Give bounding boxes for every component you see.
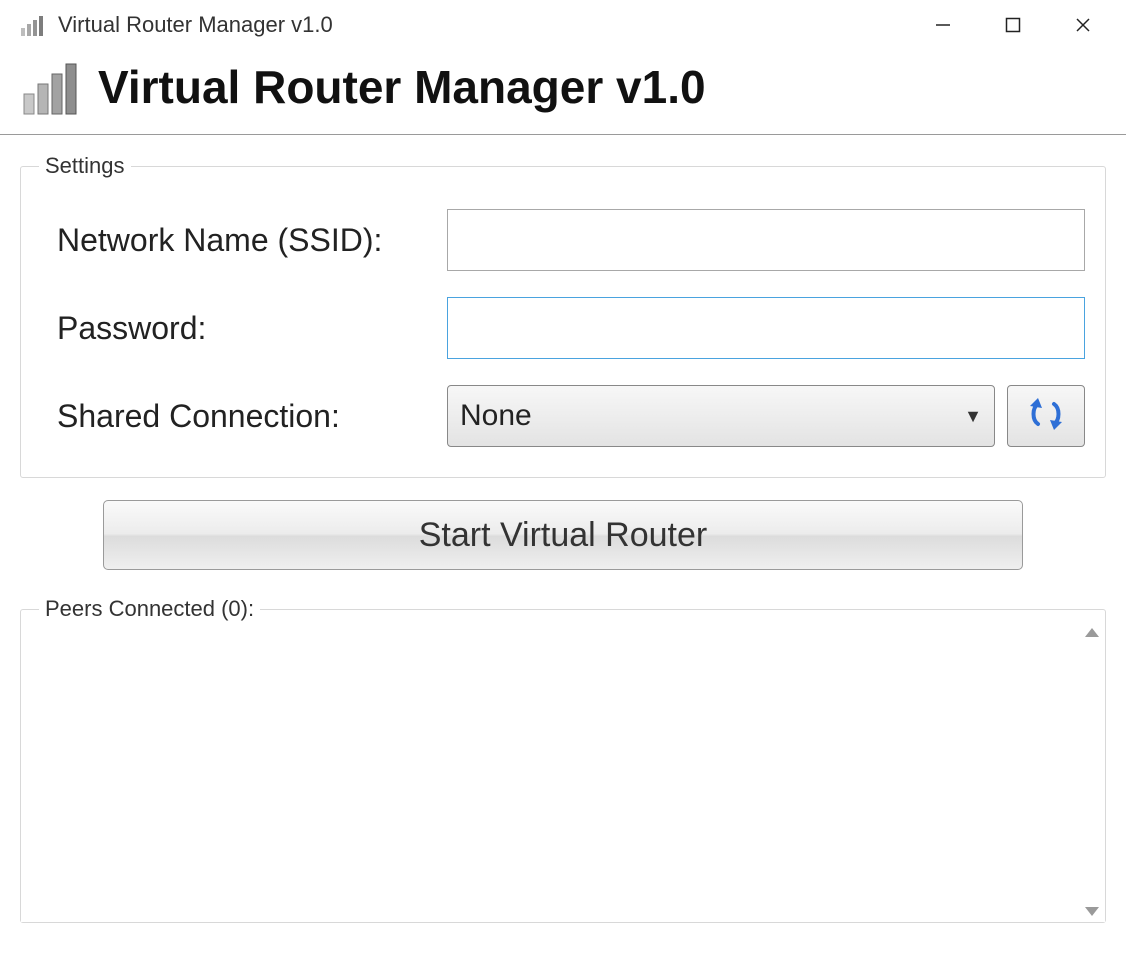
page-title: Virtual Router Manager v1.0 bbox=[98, 60, 706, 114]
settings-legend: Settings bbox=[39, 153, 131, 179]
app-icon bbox=[18, 11, 46, 39]
shared-connection-value: None bbox=[460, 399, 532, 433]
ssid-row: Network Name (SSID): bbox=[57, 209, 1085, 271]
peers-scrollbar[interactable] bbox=[1082, 628, 1102, 916]
window-controls bbox=[908, 0, 1118, 50]
ssid-label: Network Name (SSID): bbox=[57, 222, 447, 259]
shared-connection-select[interactable]: None ▼ bbox=[447, 385, 995, 447]
titlebar: Virtual Router Manager v1.0 bbox=[0, 0, 1126, 50]
settings-group: Settings Network Name (SSID): Password: … bbox=[20, 153, 1106, 478]
window-title: Virtual Router Manager v1.0 bbox=[58, 12, 333, 38]
refresh-icon bbox=[1026, 396, 1066, 437]
peers-list[interactable] bbox=[21, 622, 1105, 922]
maximize-button[interactable] bbox=[978, 0, 1048, 50]
ssid-input[interactable] bbox=[447, 209, 1085, 271]
close-button[interactable] bbox=[1048, 0, 1118, 50]
shared-connection-label: Shared Connection: bbox=[57, 398, 447, 435]
start-virtual-router-button[interactable]: Start Virtual Router bbox=[103, 500, 1023, 570]
minimize-button[interactable] bbox=[908, 0, 978, 50]
banner: Virtual Router Manager v1.0 bbox=[0, 50, 1126, 135]
app-logo-icon bbox=[18, 58, 82, 116]
password-row: Password: bbox=[57, 297, 1085, 359]
chevron-down-icon: ▼ bbox=[964, 406, 982, 427]
password-input[interactable] bbox=[447, 297, 1085, 359]
password-label: Password: bbox=[57, 310, 447, 347]
scroll-down-icon bbox=[1085, 907, 1099, 916]
scroll-up-icon bbox=[1085, 628, 1099, 637]
shared-connection-row: Shared Connection: None ▼ bbox=[57, 385, 1085, 447]
peers-legend: Peers Connected (0): bbox=[39, 596, 260, 622]
peers-group: Peers Connected (0): bbox=[20, 596, 1106, 923]
refresh-connections-button[interactable] bbox=[1007, 385, 1085, 447]
